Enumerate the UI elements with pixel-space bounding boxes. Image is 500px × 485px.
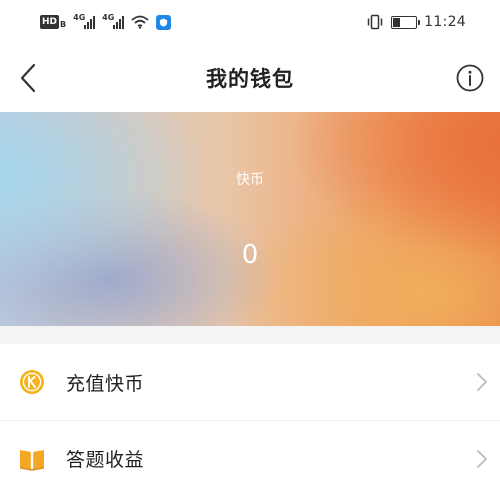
info-icon [456, 64, 484, 92]
vibrate-icon [367, 14, 383, 30]
wifi-icon [131, 15, 149, 29]
menu-item-label: 答题收益 [66, 449, 145, 471]
balance-banner: 快币 0 [0, 112, 500, 326]
status-time: 11:24 [424, 14, 466, 30]
battery-icon [391, 15, 421, 29]
section-divider [0, 326, 500, 344]
balance-value: 0 [241, 240, 259, 270]
status-left: HD B 4G 4G [40, 13, 172, 30]
book-icon [18, 445, 46, 473]
signal-icon: 4G [73, 13, 96, 30]
app-notification-icon [156, 14, 172, 30]
page-title: 我的钱包 [206, 67, 294, 91]
coin-icon [18, 368, 46, 396]
currency-label: 快币 [236, 172, 264, 188]
status-bar: HD B 4G 4G 11:24 [0, 0, 500, 44]
chevron-right-icon [477, 373, 487, 391]
hd-icon: HD B [40, 15, 67, 29]
wallet-screen: HD B 4G 4G 11:24 我的钱包 快币 0 充值快币 答题收益 [0, 0, 500, 485]
battery-level [393, 17, 400, 27]
signal-icon-2: 4G [102, 13, 125, 30]
chevron-right-icon [477, 450, 487, 468]
menu-item-recharge[interactable]: 充值快币 [0, 344, 500, 420]
back-button[interactable] [10, 58, 46, 98]
menu-item-label: 充值快币 [66, 372, 145, 395]
status-right: 11:24 [366, 14, 466, 30]
wallet-menu: 充值快币 答题收益 [0, 344, 500, 485]
info-button[interactable] [454, 62, 486, 94]
title-bar: 我的钱包 [0, 44, 500, 112]
chevron-left-icon [20, 63, 36, 93]
menu-item-quiz-earnings[interactable]: 答题收益 [0, 420, 500, 485]
